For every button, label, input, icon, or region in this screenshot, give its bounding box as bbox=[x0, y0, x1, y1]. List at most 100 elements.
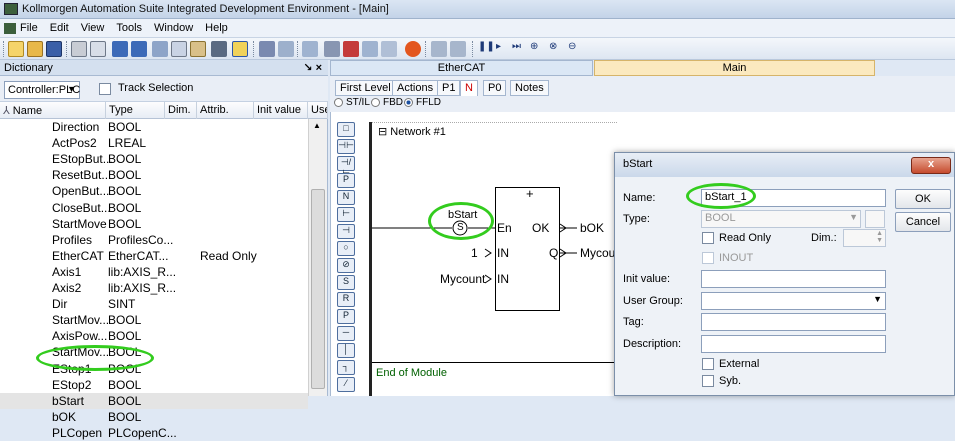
contact-icon[interactable]: ⊣⊢ bbox=[337, 139, 355, 154]
table-row[interactable]: OpenBut... BOOL bbox=[0, 183, 308, 199]
contact-n-icon[interactable]: N bbox=[337, 190, 355, 205]
window-icon[interactable] bbox=[278, 41, 294, 57]
vertical-line-icon[interactable]: │ bbox=[337, 343, 355, 358]
debug-icon[interactable] bbox=[450, 41, 466, 57]
table-row[interactable]: Direction BOOL bbox=[0, 119, 308, 135]
table-row[interactable]: AxisPow... BOOL bbox=[0, 328, 308, 344]
print-preview-icon[interactable] bbox=[90, 41, 106, 57]
coil-p-icon[interactable]: P bbox=[337, 309, 355, 324]
column-header-use[interactable]: Use bbox=[308, 102, 328, 119]
table-row[interactable]: EStopBut... BOOL bbox=[0, 151, 308, 167]
grid-scrollbar[interactable]: ▲ bbox=[308, 119, 327, 396]
step-into-icon[interactable]: ⊕ bbox=[530, 41, 546, 57]
contact-series-icon[interactable]: ⊣ bbox=[337, 224, 355, 239]
menu-help[interactable]: Help bbox=[205, 22, 228, 34]
table-row[interactable]: Dir SINT bbox=[0, 296, 308, 312]
type-select[interactable]: BOOL ▼ bbox=[701, 210, 861, 228]
tab-p0[interactable]: P0 bbox=[483, 80, 507, 96]
column-header-attrib[interactable]: Attrib. bbox=[197, 102, 254, 119]
pause-icon[interactable]: ❚❚ bbox=[478, 41, 495, 57]
contact-symbol[interactable]: S bbox=[457, 222, 464, 233]
table-row[interactable]: EStop2 BOOL bbox=[0, 377, 308, 393]
tab-notes[interactable]: Notes bbox=[510, 80, 549, 96]
init-value-input[interactable] bbox=[701, 270, 886, 288]
download-icon[interactable] bbox=[362, 41, 378, 57]
monitor-icon[interactable] bbox=[431, 41, 447, 57]
column-header-init-value[interactable]: Init value bbox=[254, 102, 308, 119]
table-row[interactable]: bStart BOOL bbox=[0, 392, 308, 409]
table-row[interactable]: Axis2 lib:AXIS_R... bbox=[0, 280, 308, 296]
online-icon[interactable] bbox=[381, 41, 397, 57]
contact-negated-icon[interactable]: ⊣/⊢ bbox=[337, 156, 355, 178]
scroll-up-icon[interactable]: ▲ bbox=[313, 121, 321, 130]
coil-negated-icon[interactable]: ⊘ bbox=[337, 258, 355, 273]
menu-window[interactable]: Window bbox=[154, 22, 193, 34]
cut-icon[interactable] bbox=[152, 41, 168, 57]
table-row[interactable]: bOK BOOL bbox=[0, 409, 308, 425]
variable-mycount-input[interactable]: Mycount bbox=[440, 272, 485, 286]
build-icon[interactable] bbox=[302, 41, 318, 57]
new-icon[interactable] bbox=[8, 41, 24, 57]
syb-checkbox[interactable] bbox=[702, 375, 714, 387]
description-input[interactable] bbox=[701, 335, 886, 353]
variable-bok-output[interactable]: bOK bbox=[580, 221, 604, 235]
tools-icon[interactable] bbox=[259, 41, 275, 57]
horizontal-line-icon[interactable]: ─ bbox=[337, 326, 355, 341]
coil-set-icon[interactable]: S bbox=[337, 275, 355, 290]
rebuild-icon[interactable] bbox=[343, 41, 359, 57]
find-icon[interactable] bbox=[211, 41, 227, 57]
contact-p-icon[interactable]: P bbox=[337, 173, 355, 188]
type-extra-field[interactable] bbox=[865, 210, 885, 228]
panel-controls[interactable]: ↘ × bbox=[303, 61, 322, 74]
read-only-checkbox[interactable] bbox=[702, 232, 714, 244]
menu-tools[interactable]: Tools bbox=[116, 22, 142, 34]
contact-parallel-icon[interactable]: ⊢ bbox=[337, 207, 355, 222]
paste-icon[interactable] bbox=[190, 41, 206, 57]
table-row[interactable]: PLCopen PLCopenC... bbox=[0, 425, 308, 441]
coil-reset-icon[interactable]: R bbox=[337, 292, 355, 307]
network-label[interactable]: ⊟ Network #1 bbox=[378, 125, 446, 138]
table-row[interactable]: ActPos2 LREAL bbox=[0, 135, 308, 151]
user-group-select[interactable]: ▼ bbox=[701, 292, 886, 310]
tab-ethercat[interactable]: EtherCAT bbox=[330, 60, 593, 76]
open-icon[interactable] bbox=[27, 41, 43, 57]
dictionary-toggle-icon[interactable] bbox=[232, 41, 248, 57]
inout-checkbox[interactable] bbox=[702, 252, 714, 264]
close-button[interactable]: x bbox=[911, 157, 951, 174]
table-row[interactable]: Axis1 lib:AXIS_R... bbox=[0, 264, 308, 280]
tab-main[interactable]: Main bbox=[594, 60, 875, 76]
stop-icon[interactable] bbox=[405, 41, 421, 57]
table-row[interactable]: ResetBut... BOOL bbox=[0, 167, 308, 183]
copy-icon[interactable] bbox=[171, 41, 187, 57]
table-row[interactable]: CloseBut... BOOL bbox=[0, 200, 308, 216]
tab-first-level[interactable]: First Level bbox=[335, 80, 396, 96]
constant-one[interactable]: 1 bbox=[471, 246, 478, 260]
radio-st-il[interactable] bbox=[334, 98, 343, 107]
play-icon[interactable]: ▸ bbox=[496, 41, 512, 57]
table-row[interactable]: Profiles ProfilesCo... bbox=[0, 232, 308, 248]
column-header-type[interactable]: Type bbox=[106, 102, 165, 119]
column-header-dim[interactable]: Dim. bbox=[165, 102, 197, 119]
menu-edit[interactable]: Edit bbox=[50, 22, 69, 34]
table-row[interactable]: StartMov... BOOL bbox=[0, 312, 308, 328]
track-selection-checkbox[interactable] bbox=[99, 83, 111, 95]
step-icon[interactable]: ⏭ bbox=[512, 41, 528, 57]
document-icon[interactable] bbox=[4, 23, 16, 34]
tag-input[interactable] bbox=[701, 313, 886, 331]
jump-icon[interactable]: ┐ bbox=[337, 360, 355, 375]
return-icon[interactable]: ⁄ bbox=[337, 377, 355, 392]
controller-select[interactable]: Controller:PLC ▼ bbox=[4, 81, 80, 99]
coil-icon[interactable]: ○ bbox=[337, 241, 355, 256]
contact-variable-label[interactable]: bStart bbox=[448, 209, 477, 221]
table-row[interactable]: StartMove BOOL bbox=[0, 216, 308, 232]
radio-ffld[interactable] bbox=[404, 98, 413, 107]
function-block-add[interactable]: + En OK IN Q IN bbox=[495, 186, 560, 311]
column-header-name[interactable]: ⅄ Name bbox=[0, 102, 106, 119]
radio-fbd[interactable] bbox=[371, 98, 380, 107]
menu-view[interactable]: View bbox=[81, 22, 105, 34]
undo-icon[interactable] bbox=[112, 41, 128, 57]
select-tool-icon[interactable]: □ bbox=[337, 122, 355, 137]
scrollbar-thumb[interactable] bbox=[311, 189, 325, 389]
compile-icon[interactable] bbox=[324, 41, 340, 57]
dim-spinner[interactable]: ▲ ▼ bbox=[843, 229, 886, 247]
